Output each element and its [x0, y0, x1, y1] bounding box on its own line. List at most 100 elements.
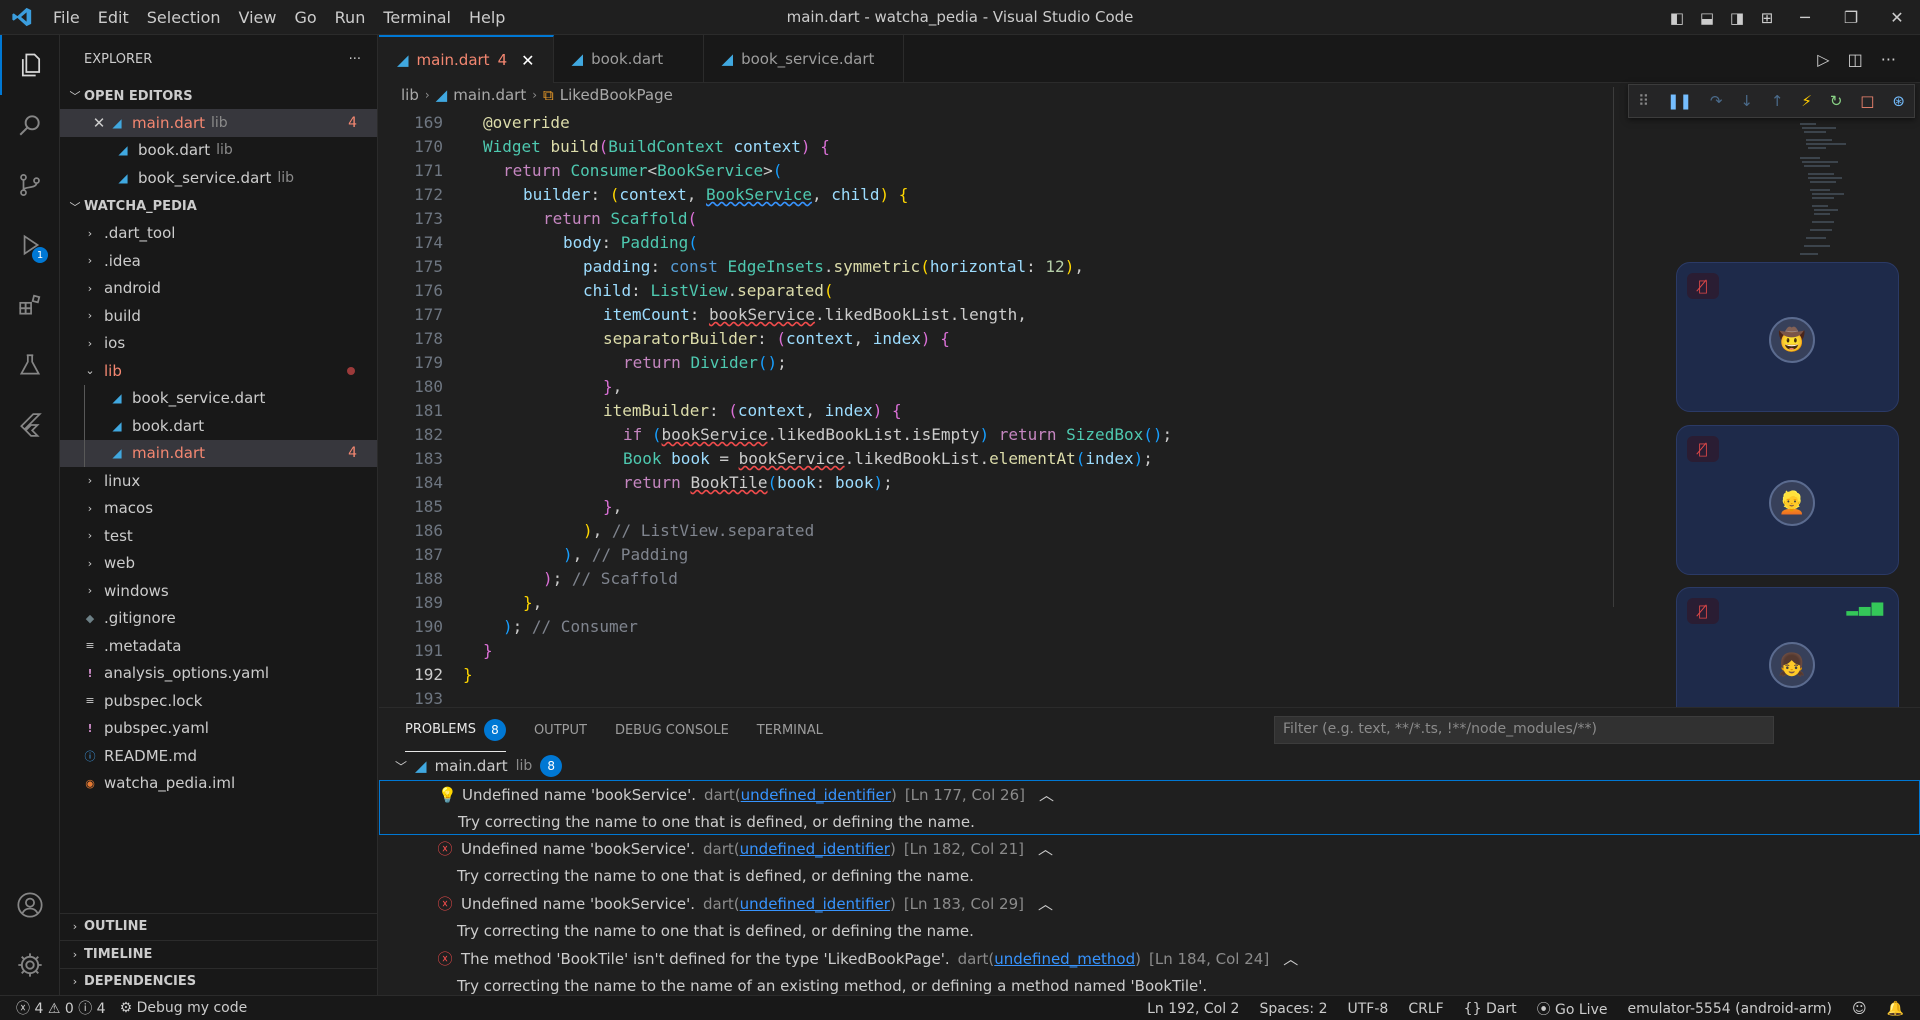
outline-section[interactable]: › OUTLINE	[60, 912, 378, 941]
lightbulb-icon[interactable]: 💡	[438, 786, 457, 804]
open-editor-item[interactable]: ◢ book_service.dart lib	[60, 164, 377, 192]
timeline-section[interactable]: › TIMELINE	[60, 940, 378, 968]
tree-file[interactable]: ◉ watcha_pedia.iml	[60, 770, 377, 798]
problem-code-link[interactable]: undefined_identifier	[741, 786, 891, 804]
tree-file[interactable]: ⓘ README.md	[60, 742, 377, 770]
toggle-secondary-sidebar-icon[interactable]: ◨	[1722, 0, 1752, 35]
problem-code-link[interactable]: undefined_identifier	[740, 840, 890, 858]
source-control-icon[interactable]	[0, 155, 60, 215]
tree-file[interactable]: ◆ .gitignore	[60, 605, 377, 633]
tree-folder[interactable]: › web	[60, 550, 377, 578]
restart-icon[interactable]: ↻	[1830, 92, 1843, 110]
minimap[interactable]	[1786, 118, 1866, 268]
problem-item[interactable]: ⓧ The method 'BookTile' isn't defined fo…	[379, 945, 1920, 1000]
step-over-icon[interactable]: ↷	[1710, 92, 1723, 110]
tab-main-dart[interactable]: ◢ main.dart 4 ✕	[379, 35, 554, 83]
participant-tile[interactable]: 🎙̸ 🤠	[1676, 262, 1899, 412]
menu-edit[interactable]: Edit	[89, 0, 138, 35]
stop-icon[interactable]: □	[1860, 92, 1874, 110]
flutter-icon[interactable]	[0, 395, 60, 455]
run-play-icon[interactable]: ▷	[1817, 50, 1829, 69]
explorer-icon[interactable]	[0, 35, 60, 95]
open-editor-item[interactable]: ✕ ◢ main.dart lib 4	[60, 109, 377, 137]
tab-problems[interactable]: PROBLEMS 8	[405, 708, 506, 752]
search-icon[interactable]	[0, 95, 60, 155]
settings-gear-icon[interactable]	[0, 935, 60, 995]
indentation[interactable]: Spaces: 2	[1259, 1001, 1327, 1017]
testing-icon[interactable]	[0, 335, 60, 395]
encoding[interactable]: UTF-8	[1348, 1001, 1389, 1017]
problem-item[interactable]: ⓧ Undefined name 'bookService'. dart(und…	[379, 890, 1920, 945]
problem-code-link[interactable]: undefined_method	[994, 950, 1135, 968]
tab-book-service-dart[interactable]: ◢ book_service.dart	[704, 35, 904, 83]
step-into-icon[interactable]: ↓	[1740, 92, 1753, 110]
run-debug-icon[interactable]: 1	[0, 215, 60, 275]
cursor-position[interactable]: Ln 192, Col 2	[1147, 1001, 1239, 1017]
close-window-button[interactable]: ✕	[1874, 0, 1920, 35]
tree-file[interactable]: ≡ pubspec.lock	[60, 687, 377, 715]
chevron-up-icon[interactable]: ︿	[1283, 948, 1298, 969]
tab-book-dart[interactable]: ◢ book.dart	[554, 35, 704, 83]
extensions-icon[interactable]	[0, 275, 60, 335]
tree-folder[interactable]: › windows	[60, 577, 377, 605]
menu-terminal[interactable]: Terminal	[374, 0, 460, 35]
breadcrumb-folder[interactable]: lib	[401, 86, 419, 104]
breadcrumb-file[interactable]: main.dart	[453, 86, 526, 104]
menu-view[interactable]: View	[230, 0, 286, 35]
close-tab-icon[interactable]: ✕	[521, 51, 534, 70]
notifications-bell-icon[interactable]: 🔔	[1887, 1001, 1904, 1017]
drag-handle-icon[interactable]: ⠿	[1638, 92, 1649, 110]
tab-debug-console[interactable]: DEBUG CONSOLE	[615, 708, 729, 752]
tree-folder[interactable]: › android	[60, 275, 377, 303]
go-live-button[interactable]: ⦿ Go Live	[1537, 999, 1608, 1019]
accounts-icon[interactable]	[0, 875, 60, 935]
split-editor-icon[interactable]: ◫	[1848, 50, 1863, 69]
chevron-up-icon[interactable]: ︿	[1038, 838, 1053, 859]
dependencies-section[interactable]: › DEPENDENCIES	[60, 967, 378, 996]
restore-button[interactable]: ❐	[1828, 0, 1874, 35]
more-actions-icon[interactable]: ···	[1881, 50, 1896, 69]
tree-folder[interactable]: › .idea	[60, 247, 377, 275]
hot-reload-icon[interactable]: ⚡	[1801, 92, 1812, 110]
open-editors-section[interactable]: ﹀ OPEN EDITORS	[60, 83, 377, 109]
toggle-panel-icon[interactable]: ⬓	[1692, 0, 1722, 35]
tab-terminal[interactable]: TERMINAL	[757, 708, 823, 752]
problem-item[interactable]: ⓧ Undefined name 'bookService'. dart(und…	[379, 835, 1920, 890]
menu-help[interactable]: Help	[460, 0, 514, 35]
problems-status[interactable]: ⓧ 4 ⚠ 0 ⓘ 4	[16, 998, 106, 1018]
menu-file[interactable]: File	[44, 0, 89, 35]
chevron-up-icon[interactable]: ︿	[1038, 893, 1053, 914]
debug-launch-status[interactable]: ⚙ Debug my code	[120, 1000, 248, 1016]
tree-folder[interactable]: › linux	[60, 467, 377, 495]
open-editor-item[interactable]: ◢ book.dart lib	[60, 137, 377, 165]
tree-folder[interactable]: › ios	[60, 330, 377, 358]
menu-selection[interactable]: Selection	[138, 0, 230, 35]
pause-icon[interactable]: ❚❚	[1667, 92, 1692, 110]
close-editor-icon[interactable]: ✕	[90, 114, 108, 132]
customize-layout-icon[interactable]: ⊞	[1752, 0, 1782, 35]
step-out-icon[interactable]: ↑	[1771, 92, 1784, 110]
problems-filter-input[interactable]: Filter (e.g. text, **/*.ts, !**/node_mod…	[1274, 716, 1774, 744]
devtools-search-icon[interactable]: ⊛	[1892, 92, 1905, 110]
tree-file[interactable]: ! pubspec.yaml	[60, 715, 377, 743]
explorer-more-actions-icon[interactable]: ···	[349, 52, 361, 67]
tree-file[interactable]: ≡ .metadata	[60, 632, 377, 660]
problem-code-link[interactable]: undefined_identifier	[740, 895, 890, 913]
minimize-button[interactable]: ─	[1782, 0, 1828, 35]
tab-output[interactable]: OUTPUT	[534, 708, 587, 752]
breadcrumb-symbol[interactable]: LikedBookPage	[560, 86, 673, 104]
project-section[interactable]: ﹀ WATCHA_PEDIA	[60, 194, 377, 220]
tree-file[interactable]: ! analysis_options.yaml	[60, 660, 377, 688]
problem-file-group[interactable]: ﹀ ◢ main.dart lib 8	[379, 752, 1920, 780]
tree-file[interactable]: ◢ book.dart	[60, 412, 377, 440]
feedback-icon[interactable]: ☺	[1852, 1001, 1867, 1017]
tree-folder[interactable]: › macos	[60, 495, 377, 523]
problem-item[interactable]: 💡 Undefined name 'bookService'. dart(und…	[379, 780, 1920, 835]
tree-folder[interactable]: › build	[60, 302, 377, 330]
line-ending[interactable]: CRLF	[1408, 1001, 1443, 1017]
participant-tile[interactable]: 🎙̸ 👱	[1676, 425, 1899, 575]
language-mode[interactable]: {} Dart	[1464, 1001, 1517, 1017]
menu-go[interactable]: Go	[285, 0, 325, 35]
tree-folder-lib[interactable]: ⌄ lib	[60, 357, 377, 385]
tree-file[interactable]: ◢ book_service.dart	[60, 384, 377, 412]
